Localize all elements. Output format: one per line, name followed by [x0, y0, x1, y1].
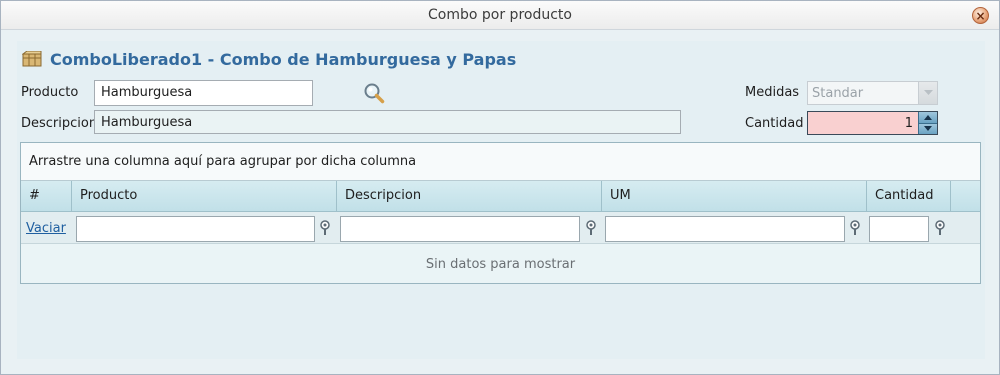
filter-um-input[interactable] [605, 216, 845, 242]
column-header-number[interactable]: # [21, 181, 72, 211]
stepper-buttons [918, 112, 937, 134]
cantidad-stepper[interactable]: 1 [807, 111, 938, 135]
producto-value: Hamburguesa [101, 85, 193, 100]
empty-message: Sin datos para mostrar [425, 257, 576, 272]
medidas-value: Standar [812, 86, 864, 101]
filter-row: Vaciar [21, 212, 980, 244]
cantidad-label: Cantidad [745, 116, 804, 131]
filter-producto-input[interactable] [76, 216, 315, 242]
combo-header: ComboLiberado1 - Combo de Hamburguesa y … [22, 49, 516, 69]
form-panel: ComboLiberado1 - Combo de Hamburguesa y … [17, 41, 985, 359]
window-title: Combo por producto [428, 7, 572, 23]
title-bar: Combo por producto × [1, 1, 999, 30]
filter-cantidad-input[interactable] [869, 216, 929, 242]
cantidad-value: 1 [904, 116, 913, 131]
descripcion-value: Hamburguesa [101, 115, 193, 130]
filter-descripcion-icon[interactable] [585, 220, 597, 236]
chevron-down-icon[interactable] [918, 122, 937, 134]
box-icon [22, 51, 42, 67]
empty-row: Sin datos para mostrar [21, 244, 980, 283]
clear-filter-link[interactable]: Vaciar [26, 221, 66, 236]
group-panel: Arrastre una columna aquí para agrupar p… [21, 143, 980, 181]
combo-title: ComboLiberado1 - Combo de Hamburguesa y … [50, 49, 517, 69]
filter-descripcion-input[interactable] [340, 216, 580, 242]
medidas-select[interactable]: Standar [807, 81, 938, 105]
filter-cantidad-icon[interactable] [934, 220, 946, 236]
filter-producto-icon[interactable] [319, 220, 331, 236]
group-panel-text: Arrastre una columna aquí para agrupar p… [29, 154, 417, 169]
combo-window: Combo por producto × ComboLiberado1 - Co… [0, 0, 1000, 375]
data-grid: Arrastre una columna aquí para agrupar p… [20, 142, 981, 284]
column-header-um[interactable]: UM [602, 181, 867, 211]
close-icon[interactable]: × [972, 7, 989, 24]
magnifier-icon[interactable] [363, 82, 385, 104]
column-header-producto[interactable]: Producto [72, 181, 337, 211]
chevron-up-icon[interactable] [918, 112, 937, 123]
producto-input[interactable]: Hamburguesa [94, 80, 313, 106]
descripcion-label: Descripcion [21, 116, 98, 131]
medidas-label: Medidas [745, 85, 800, 100]
descripcion-field: Hamburguesa [94, 110, 681, 134]
column-header-cantidad[interactable]: Cantidad [867, 181, 951, 211]
column-header-descripcion[interactable]: Descripcion [337, 181, 602, 211]
chevron-down-icon[interactable] [918, 82, 937, 104]
column-headers: # Producto Descripcion UM Cantidad [21, 181, 980, 212]
producto-label: Producto [21, 85, 79, 100]
filter-um-icon[interactable] [849, 220, 861, 236]
